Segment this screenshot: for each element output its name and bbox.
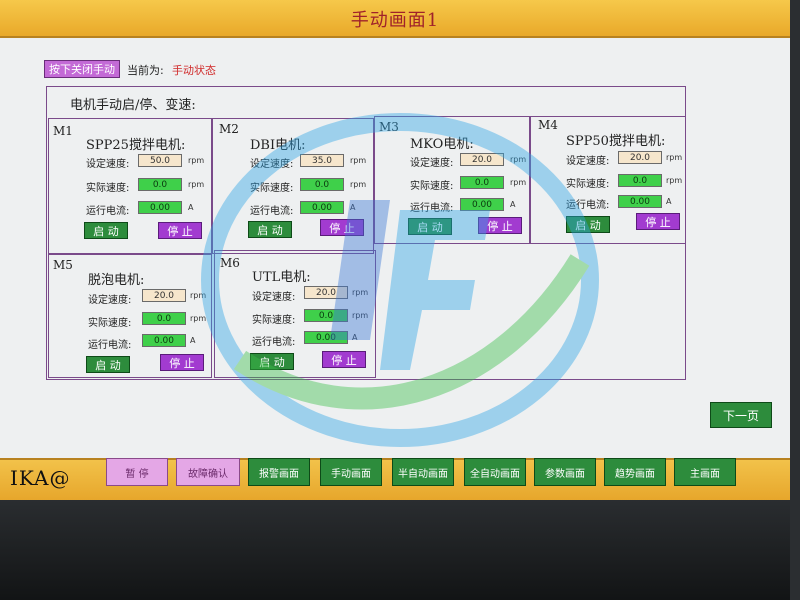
set-speed-label: 设定速度: [410,158,454,169]
current-value: 0.00 [138,201,182,214]
rpm-unit: rpm [352,311,369,320]
m6-stop-button[interactable]: 停 止 [322,351,366,368]
current-label: 运行电流: [88,340,132,351]
motor-tag: M4 [538,118,558,132]
pause-button[interactable]: 暂 停 [106,458,168,486]
actual-speed-value: 0.0 [460,176,504,189]
set-speed-input[interactable]: 50.0 [138,154,182,167]
fault-confirm-button[interactable]: 故障确认 [176,458,240,486]
rpm-unit: rpm [190,291,207,300]
m2-start-button[interactable]: 启 动 [248,221,292,238]
rpm-unit: rpm [666,153,683,162]
hmi-screen: 手动画面1 按下关闭手动 当前为: 手动状态 电机手动启/停、变速: M1 SP… [0,0,790,500]
m2-stop-button[interactable]: 停 止 [320,219,364,236]
current-label: 运行电流: [566,200,610,211]
rpm-unit: rpm [666,176,683,185]
actual-speed-value: 0.0 [304,309,348,322]
close-manual-button[interactable]: 按下关闭手动 [44,60,120,78]
actual-speed-label: 实际速度: [86,183,130,194]
actual-speed-value: 0.0 [618,174,662,187]
motor-name: UTL电机: [252,270,311,285]
rpm-unit: rpm [352,288,369,297]
set-speed-input[interactable]: 20.0 [460,153,504,166]
actual-speed-value: 0.0 [138,178,182,191]
rpm-unit: rpm [190,314,207,323]
set-speed-label: 设定速度: [250,159,294,170]
m6-start-button[interactable]: 启 动 [250,353,294,370]
amp-unit: A [188,203,194,212]
current-value: 0.00 [304,331,348,344]
page-title: 手动画面1 [350,10,440,31]
set-speed-label: 设定速度: [88,295,132,306]
m3-start-button[interactable]: 启 动 [408,218,452,235]
m5-start-button[interactable]: 启 动 [86,356,130,373]
amp-unit: A [510,200,516,209]
current-value: 0.00 [142,334,186,347]
set-speed-label: 设定速度: [86,159,130,170]
set-speed-input[interactable]: 35.0 [300,154,344,167]
status-label: 当前为: [127,64,164,77]
actual-speed-value: 0.0 [300,178,344,191]
section-title: 电机手动启/停、变速: [70,98,196,113]
rpm-unit: rpm [510,155,527,164]
current-value: 0.00 [460,198,504,211]
amp-unit: A [190,336,196,345]
current-label: 运行电流: [410,203,454,214]
amp-unit: A [352,333,358,342]
actual-speed-value: 0.0 [142,312,186,325]
trend-screen-button[interactable]: 趋势画面 [604,458,666,486]
set-speed-label: 设定速度: [252,292,296,303]
m1-start-button[interactable]: 启 动 [84,222,128,239]
title-bar: 手动画面1 [0,0,790,38]
set-speed-input[interactable]: 20.0 [142,289,186,302]
monitor-bezel-bottom [0,500,800,600]
motor-tag: M5 [53,258,73,272]
motor-tag: M6 [220,256,240,270]
actual-speed-label: 实际速度: [566,179,610,190]
m3-stop-button[interactable]: 停 止 [478,217,522,234]
m4-stop-button[interactable]: 停 止 [636,213,680,230]
rpm-unit: rpm [510,178,527,187]
motor-name: DBI电机: [250,138,306,153]
m1-stop-button[interactable]: 停 止 [158,222,202,239]
main-screen-button[interactable]: 主画面 [674,458,736,486]
set-speed-input[interactable]: 20.0 [618,151,662,164]
manual-screen-button[interactable]: 手动画面 [320,458,382,486]
alarm-screen-button[interactable]: 报警画面 [248,458,310,486]
amp-unit: A [666,197,672,206]
set-speed-input[interactable]: 20.0 [304,286,348,299]
semi-auto-screen-button[interactable]: 半自动画面 [392,458,454,486]
rpm-unit: rpm [350,180,367,189]
current-value: 0.00 [618,195,662,208]
rpm-unit: rpm [188,180,205,189]
current-label: 运行电流: [86,206,130,217]
motor-name: SPP50搅拌电机: [566,134,666,149]
current-value: 0.00 [300,201,344,214]
parameter-screen-button[interactable]: 参数画面 [534,458,596,486]
rpm-unit: rpm [350,156,367,165]
motor-tag: M2 [219,122,239,136]
actual-speed-label: 实际速度: [410,181,454,192]
set-speed-label: 设定速度: [566,156,610,167]
status-value: 手动状态 [172,64,216,77]
rpm-unit: rpm [188,156,205,165]
full-auto-screen-button[interactable]: 全自动画面 [464,458,526,486]
amp-unit: A [350,203,356,212]
actual-speed-label: 实际速度: [250,183,294,194]
m5-stop-button[interactable]: 停 止 [160,354,204,371]
current-label: 运行电流: [250,206,294,217]
motor-name: 脱泡电机: [88,273,145,288]
motor-tag: M3 [379,120,399,134]
actual-speed-label: 实际速度: [252,315,296,326]
motor-name: MKO电机: [410,137,474,152]
m4-start-button[interactable]: 启 动 [566,216,610,233]
next-page-button[interactable]: 下一页 [710,402,772,428]
current-label: 运行电流: [252,337,296,348]
brand-logo: IKA@ [10,466,71,490]
motor-name: SPP25搅拌电机: [86,138,186,153]
actual-speed-label: 实际速度: [88,318,132,329]
motor-tag: M1 [53,124,73,138]
monitor-bezel-right [790,0,800,600]
